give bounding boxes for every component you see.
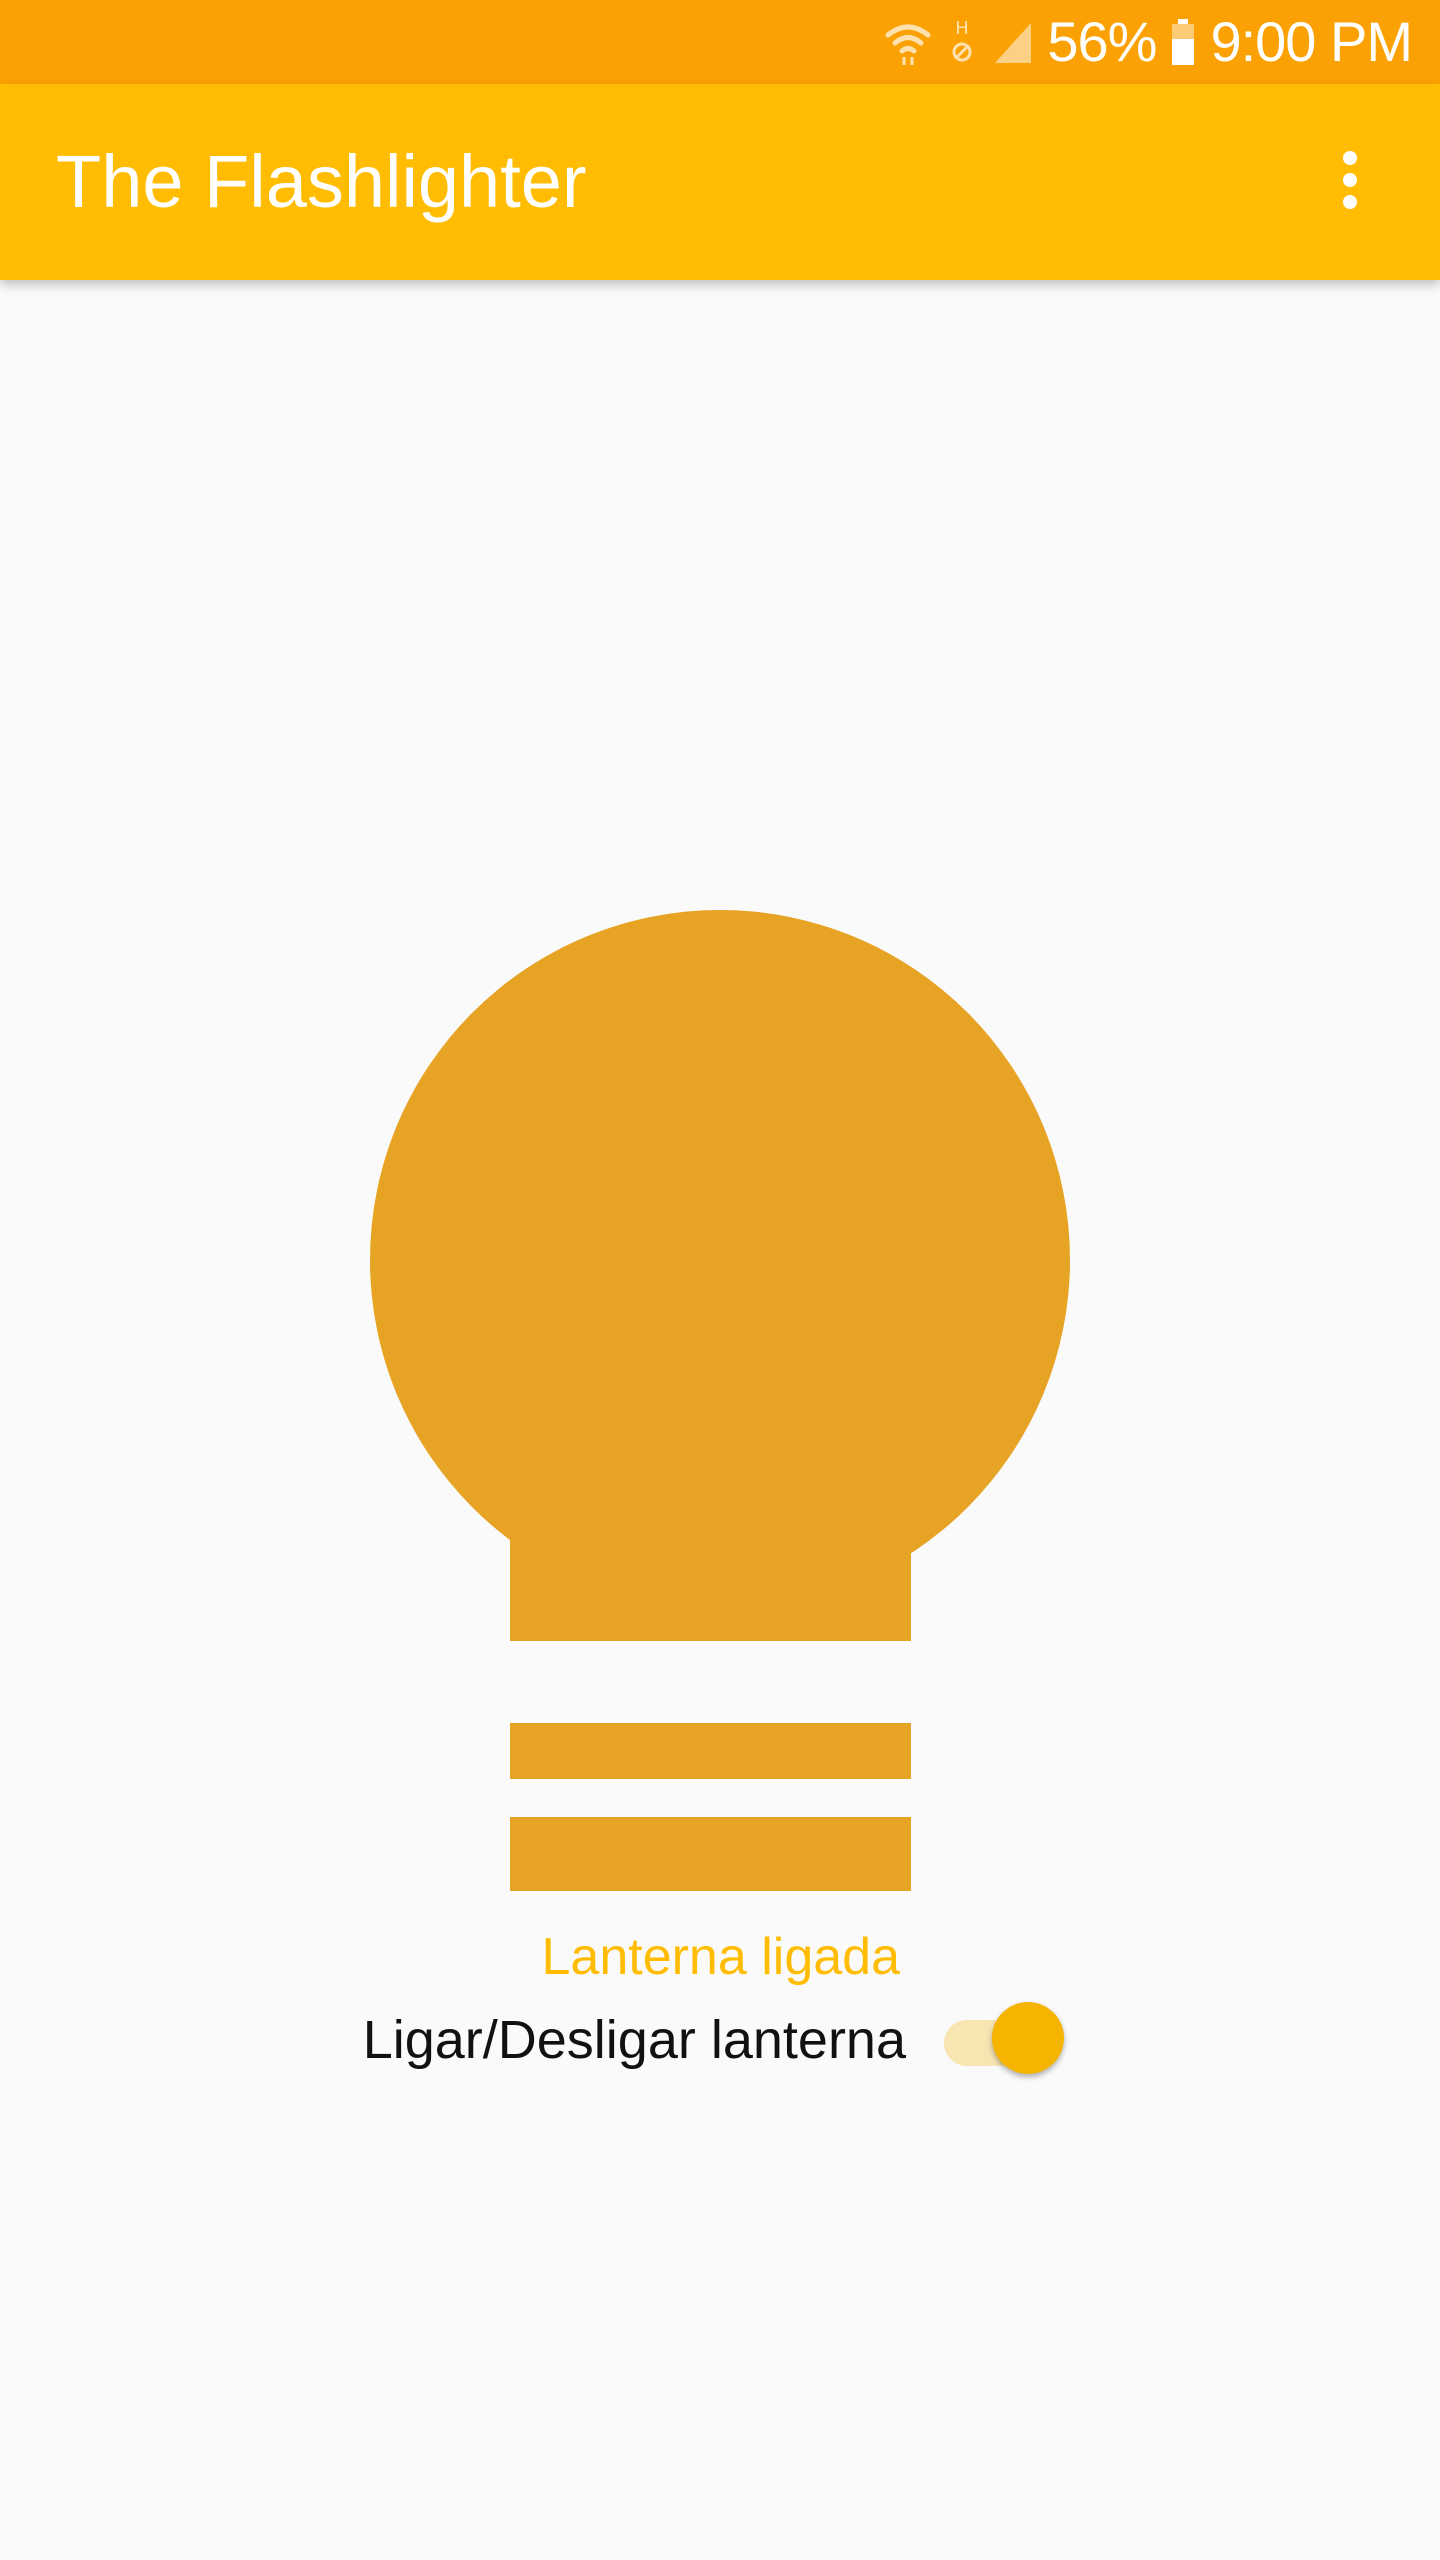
lightbulb-icon[interactable]: [368, 905, 1072, 1895]
battery-icon: [1170, 17, 1196, 67]
cellular-signal-icon: [991, 19, 1033, 65]
app-bar: The Flashlighter: [0, 84, 1440, 280]
switch-thumb[interactable]: [992, 2002, 1064, 2074]
flashlight-toggle-switch[interactable]: [934, 1998, 1064, 2082]
flashlight-toggle-label: Ligar/Desligar lanterna: [362, 2010, 906, 2070]
clock: 9:00 PM: [1210, 10, 1413, 73]
more-vert-icon: [1340, 150, 1360, 214]
wifi-icon: [883, 17, 933, 67]
hd-voice-icon: H: [947, 14, 977, 70]
app-title: The Flashlighter: [56, 140, 587, 223]
overflow-menu-button[interactable]: [1290, 122, 1410, 242]
status-icons: H 56% 9:00 PM: [883, 0, 1413, 84]
svg-text:H: H: [956, 18, 970, 39]
status-bar: H 56% 9:00 PM: [0, 0, 1440, 84]
flashlight-toggle-row[interactable]: Ligar/Desligar lanterna: [300, 1998, 1080, 2082]
flashlight-status-text: Lanterna ligada: [541, 1928, 900, 1986]
battery-percent: 56%: [1047, 10, 1157, 73]
